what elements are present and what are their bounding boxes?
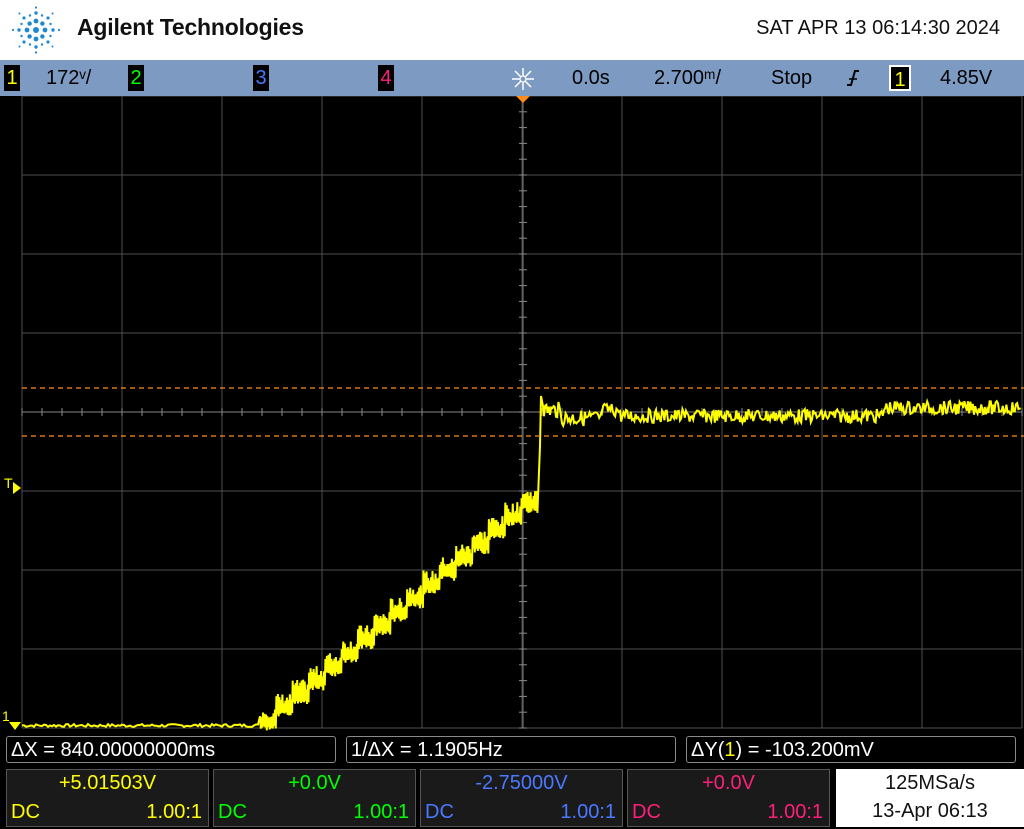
acquisition-icon[interactable] bbox=[510, 66, 536, 92]
trigger-source[interactable]: 1 bbox=[889, 65, 911, 91]
run-state[interactable]: Stop bbox=[771, 65, 812, 91]
channel-info-bar: +5.01503V DC 1.00:1 +0.0V DC 1.00:1 -2.7… bbox=[0, 766, 1024, 829]
trigger-position-marker[interactable] bbox=[516, 96, 530, 103]
channel-2-probe: 1.00:1 bbox=[353, 801, 409, 823]
header-bar: Agilent Technologies SAT APR 13 06:14:30… bbox=[0, 0, 1024, 60]
agilent-logo-icon bbox=[11, 6, 61, 54]
measurement-bar: ΔX = 840.00000000ms 1/ΔX = 1.1905Hz ΔY(1… bbox=[0, 734, 1024, 766]
channel-3-indicator[interactable]: 3 bbox=[253, 65, 269, 91]
channel-1-indicator[interactable]: 1 bbox=[4, 65, 20, 91]
channel-1-panel[interactable]: +5.01503V DC 1.00:1 bbox=[6, 769, 209, 827]
channel-4-offset: +0.0V bbox=[702, 772, 755, 794]
channel-1-scale[interactable]: 172ᵛ/ bbox=[46, 65, 91, 91]
rising-edge-icon[interactable] bbox=[846, 68, 860, 88]
delta-y-readout[interactable]: ΔY(1) = -103.200mV bbox=[686, 736, 1016, 763]
delta-y-value: ) = -103.200mV bbox=[735, 739, 874, 761]
channel-3-offset: -2.75000V bbox=[475, 772, 568, 794]
delta-y-prefix: ΔY( bbox=[691, 739, 725, 761]
waveform-overlay: T 1 bbox=[2, 96, 1024, 731]
channel-2-coupling: DC bbox=[218, 801, 247, 823]
channel-1-probe: 1.00:1 bbox=[146, 801, 202, 823]
channel-1-ground-label: 1 bbox=[2, 708, 10, 724]
trigger-level-marker[interactable] bbox=[13, 482, 21, 494]
trigger-level[interactable]: 4.85V bbox=[940, 65, 992, 91]
inverse-delta-x-readout[interactable]: 1/ΔX = 1.1905Hz bbox=[346, 736, 676, 763]
trigger-level-label: T bbox=[4, 475, 13, 491]
delta-y-channel: 1 bbox=[724, 739, 736, 761]
sample-rate: 125MSa/s bbox=[884, 772, 976, 794]
channel-3-probe: 1.00:1 bbox=[560, 801, 616, 823]
waveform-display[interactable]: T 1 bbox=[0, 96, 1024, 736]
channel-3-panel[interactable]: -2.75000V DC 1.00:1 bbox=[420, 769, 623, 827]
channel-4-panel[interactable]: +0.0V DC 1.00:1 bbox=[627, 769, 830, 827]
time-scale[interactable]: 2.700ᵐ/ bbox=[654, 65, 721, 91]
last-acquisition-time: 13-Apr 06:13 bbox=[872, 800, 988, 822]
channel-3-coupling: DC bbox=[425, 801, 454, 823]
channel-1-offset: +5.01503V bbox=[58, 772, 157, 794]
acquisition-info: 125MSa/s 13-Apr 06:13 bbox=[836, 769, 1024, 827]
delta-x-readout[interactable]: ΔX = 840.00000000ms bbox=[6, 736, 336, 763]
channel-1-coupling: DC bbox=[11, 801, 40, 823]
date-time: SAT APR 13 06:14:30 2024 bbox=[756, 17, 1000, 39]
brand-name: Agilent Technologies bbox=[77, 14, 304, 40]
channel-2-indicator[interactable]: 2 bbox=[128, 65, 144, 91]
channel-1-trace bbox=[21, 395, 1021, 731]
channel-2-panel[interactable]: +0.0V DC 1.00:1 bbox=[213, 769, 416, 827]
channel-4-probe: 1.00:1 bbox=[767, 801, 823, 823]
channel-2-offset: +0.0V bbox=[288, 772, 341, 794]
time-delay[interactable]: 0.0s bbox=[572, 65, 610, 91]
status-bar: 1 172ᵛ/ 2 3 4 0.0s 2.700ᵐ/ Stop 1 4.85V bbox=[0, 60, 1024, 96]
channel-4-indicator[interactable]: 4 bbox=[378, 65, 394, 91]
channel-4-coupling: DC bbox=[632, 801, 661, 823]
channel-1-ground-marker[interactable] bbox=[9, 722, 21, 730]
